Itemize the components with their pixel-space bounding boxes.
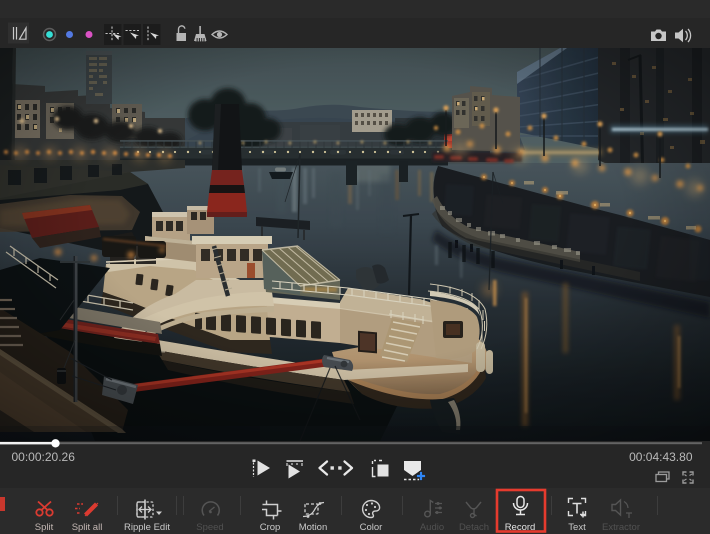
svg-text:00:00:20.26: 00:00:20.26	[12, 450, 76, 464]
svg-text:Motion: Motion	[299, 522, 328, 533]
svg-text:Detach: Detach	[459, 522, 489, 533]
svg-text:Crop: Crop	[260, 522, 281, 533]
svg-text:Ripple Edit: Ripple Edit	[124, 522, 170, 533]
svg-text:Split: Split	[35, 522, 54, 533]
svg-text:Speed: Speed	[196, 522, 223, 533]
svg-text:Split all: Split all	[72, 522, 103, 533]
svg-text:Record: Record	[505, 522, 536, 533]
svg-text:00:04:43.80: 00:04:43.80	[629, 450, 693, 464]
svg-text:Text: Text	[568, 522, 586, 533]
svg-text:Audio: Audio	[420, 522, 444, 533]
svg-text:Extractor: Extractor	[602, 522, 640, 533]
svg-text:Color: Color	[360, 522, 383, 533]
